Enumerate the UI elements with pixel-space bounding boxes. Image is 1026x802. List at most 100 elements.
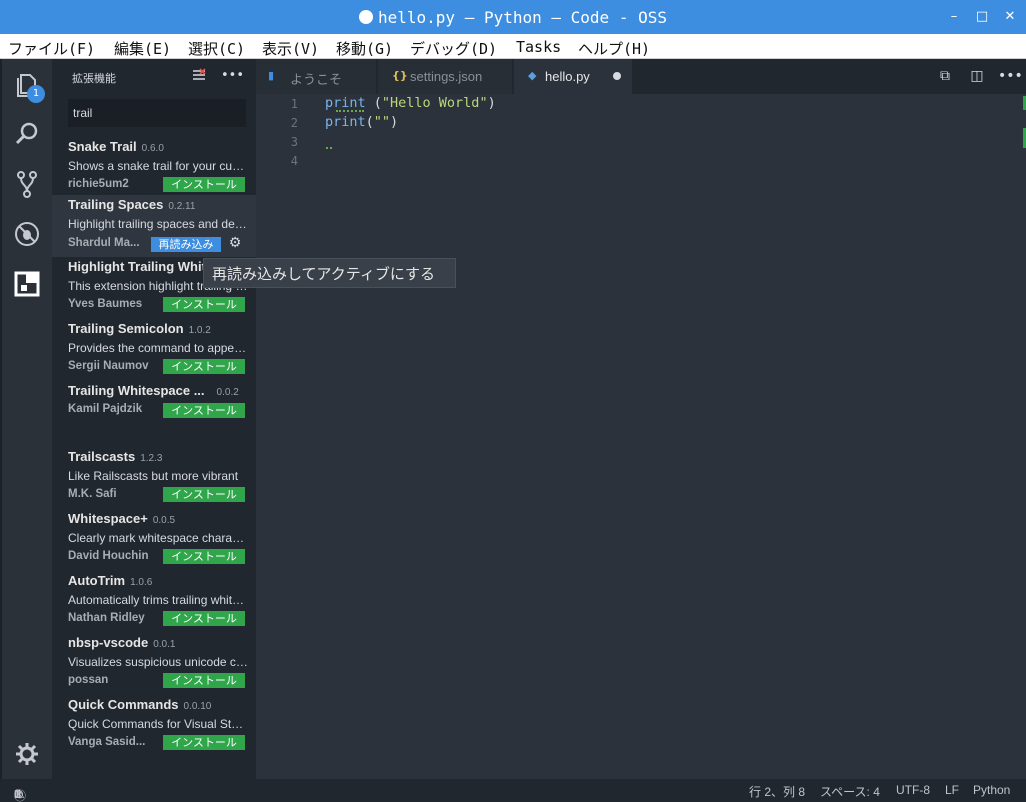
extension-author: Nathan Ridley bbox=[68, 612, 145, 624]
code-line-1[interactable]: print ("Hello World") bbox=[325, 95, 496, 111]
unsaved-dot-icon[interactable] bbox=[613, 72, 621, 80]
search-icon[interactable] bbox=[12, 119, 42, 149]
language-mode[interactable]: Python bbox=[973, 783, 1010, 797]
extension-name: AutoTrim bbox=[68, 573, 126, 588]
tab-label: ようこそ bbox=[290, 72, 343, 87]
lint-squiggle bbox=[326, 147, 332, 149]
split-editor-icon[interactable]: ◫ bbox=[968, 67, 986, 85]
menu-edit[interactable]: 編集(E) bbox=[114, 38, 171, 59]
extension-version: 0.2.11 bbox=[168, 201, 196, 212]
string-literal: "Hello World" bbox=[381, 95, 488, 111]
extension-item[interactable]: AutoTrim 1.0.6 Automatically trims traili… bbox=[52, 571, 256, 633]
extension-author: possan bbox=[68, 674, 109, 686]
tab-hello-py[interactable]: ◆ hello.py bbox=[514, 59, 632, 94]
extension-item[interactable]: Trailing Whitespace ... 0.0.2 Kamil Pajdz… bbox=[52, 381, 256, 443]
extension-author: M.K. Safi bbox=[68, 488, 117, 500]
manage-gear-icon[interactable]: ⚙ bbox=[227, 235, 243, 251]
info-count: 3 bbox=[14, 787, 21, 801]
extension-item[interactable]: Trailscasts 1.2.3 Like Railscasts but mor… bbox=[52, 447, 256, 509]
code-editor[interactable]: 1 2 3 4 print ("Hello World") print("") bbox=[256, 94, 1026, 779]
extension-description: Clearly mark whitespace characters bbox=[68, 531, 248, 545]
install-button[interactable]: インストール bbox=[163, 735, 245, 750]
extension-item[interactable]: Whitespace+ 0.0.5 Clearly mark whitespace… bbox=[52, 509, 256, 571]
editor-tab-bar: ▮ ようこそ {} settings.json ◆ hello.py ⧉ ◫ •… bbox=[256, 59, 1026, 94]
gear-icon[interactable] bbox=[12, 739, 42, 769]
extension-description: Like Railscasts but more vibrant bbox=[68, 469, 239, 483]
json-icon: {} bbox=[392, 69, 408, 82]
extension-item[interactable]: Quick Commands 0.0.10 Quick Commands for … bbox=[52, 695, 256, 757]
source-control-icon[interactable] bbox=[12, 169, 42, 199]
extension-version: 0.6.0 bbox=[141, 143, 164, 154]
extension-item[interactable]: nbsp-vscode 0.0.1 Visualizes suspicious u… bbox=[52, 633, 256, 695]
extension-version: 0.0.5 bbox=[152, 515, 176, 526]
encoding-status[interactable]: UTF-8 bbox=[896, 783, 930, 797]
menu-help[interactable]: ヘルプ(H) bbox=[578, 38, 650, 59]
maximize-button[interactable]: □ bbox=[974, 9, 990, 25]
extension-name-row: Trailing Whitespace ... 0.0.2 bbox=[68, 383, 239, 398]
extension-name-row: Trailing Spaces 0.2.11 bbox=[68, 197, 195, 212]
install-button[interactable]: インストール bbox=[163, 177, 245, 192]
install-button[interactable]: インストール bbox=[163, 673, 245, 688]
menu-debug[interactable]: デバッグ(D) bbox=[410, 38, 497, 59]
line-number: 1 bbox=[290, 97, 298, 111]
code-line-2[interactable]: print("") bbox=[325, 114, 398, 130]
extension-description: Automatically trims trailing whitespace bbox=[68, 593, 248, 607]
code-oss-window: hello.py — Python — Code - OSS – □ ✕ ファイ… bbox=[0, 0, 1026, 802]
tab-label: settings.json bbox=[410, 69, 483, 84]
menu-file[interactable]: ファイル(F) bbox=[8, 38, 95, 59]
open-changes-icon[interactable]: ⧉ bbox=[936, 67, 954, 85]
eol-status[interactable]: LF bbox=[945, 783, 959, 797]
status-bar: ⊗ 1 ⚠ 0 ⓘ 3 行 2、列 8 スペース: 4 UTF-8 LF Pyt… bbox=[0, 779, 1026, 802]
code-text: ( bbox=[365, 95, 382, 111]
sidebar-title: 拡張機能 bbox=[72, 72, 116, 85]
close-button[interactable]: ✕ bbox=[1002, 9, 1018, 25]
extension-name-row: nbsp-vscode 0.0.1 bbox=[68, 635, 175, 650]
more-actions-icon[interactable]: ••• bbox=[998, 67, 1023, 85]
extension-version: 0.0.2 bbox=[216, 387, 239, 398]
extension-name-row: Whitespace+ 0.0.5 bbox=[68, 511, 175, 526]
extension-description: Quick Commands for Visual Studio Code bbox=[68, 717, 248, 731]
extension-item-selected[interactable]: Trailing Spaces 0.2.11 Highlight trailing… bbox=[52, 195, 256, 257]
install-button[interactable]: インストール bbox=[163, 403, 245, 418]
line-number: 4 bbox=[290, 154, 298, 168]
explorer-badge: 1 bbox=[27, 85, 45, 103]
menu-selection[interactable]: 選択(C) bbox=[188, 38, 245, 59]
more-actions-icon[interactable]: ••• bbox=[221, 67, 244, 85]
clear-extensions-icon[interactable] bbox=[190, 67, 208, 85]
install-button[interactable]: インストール bbox=[163, 297, 245, 312]
extension-description: Visualizes suspicious unicode characters bbox=[68, 655, 248, 669]
extension-author: Yves Baumes bbox=[68, 298, 143, 310]
activity-bar: 1 bbox=[2, 59, 52, 779]
extension-author: Kamil Pajdzik bbox=[68, 403, 143, 415]
tab-welcome[interactable]: ▮ ようこそ bbox=[256, 59, 376, 94]
menu-tasks[interactable]: Tasks bbox=[516, 38, 561, 56]
reload-tooltip: 再読み込みしてアクティブにする bbox=[203, 258, 456, 288]
cursor-position[interactable]: 行 2、列 8 bbox=[749, 783, 805, 800]
unsaved-dot-icon bbox=[359, 10, 373, 24]
indentation-status[interactable]: スペース: 4 bbox=[820, 783, 880, 800]
window-title: hello.py — Python — Code - OSS bbox=[378, 8, 667, 27]
tab-settings-json[interactable]: {} settings.json bbox=[378, 59, 512, 94]
code-text: ( bbox=[365, 114, 374, 130]
debug-icon[interactable] bbox=[12, 219, 42, 249]
extension-name: Trailing Whitespace ... bbox=[68, 383, 205, 398]
extension-description: Provides the command to append a semicol… bbox=[68, 341, 248, 355]
extensions-icon[interactable] bbox=[12, 269, 42, 299]
minimize-button[interactable]: – bbox=[946, 9, 962, 25]
menu-go[interactable]: 移動(G) bbox=[336, 38, 393, 59]
extension-item[interactable]: Trailing Semicolon 1.0.2 Provides the com… bbox=[52, 319, 256, 381]
extension-name: nbsp-vscode bbox=[68, 635, 149, 650]
extension-name-row: Trailing Semicolon 1.0.2 bbox=[68, 321, 211, 336]
extension-item[interactable]: Snake Trail 0.6.0 Shows a snake trail for… bbox=[52, 137, 256, 199]
extension-author: Shardul Ma... bbox=[68, 237, 140, 249]
extension-search-input[interactable] bbox=[68, 99, 246, 127]
install-button[interactable]: インストール bbox=[163, 611, 245, 626]
extension-author: Sergii Naumov bbox=[68, 360, 149, 372]
reload-button[interactable]: 再読み込み bbox=[151, 237, 221, 252]
menu-view[interactable]: 表示(V) bbox=[262, 38, 319, 59]
keyword-print: print bbox=[325, 95, 366, 111]
install-button[interactable]: インストール bbox=[163, 359, 245, 374]
python-icon: ◆ bbox=[528, 69, 537, 82]
install-button[interactable]: インストール bbox=[163, 487, 245, 502]
install-button[interactable]: インストール bbox=[163, 549, 245, 564]
